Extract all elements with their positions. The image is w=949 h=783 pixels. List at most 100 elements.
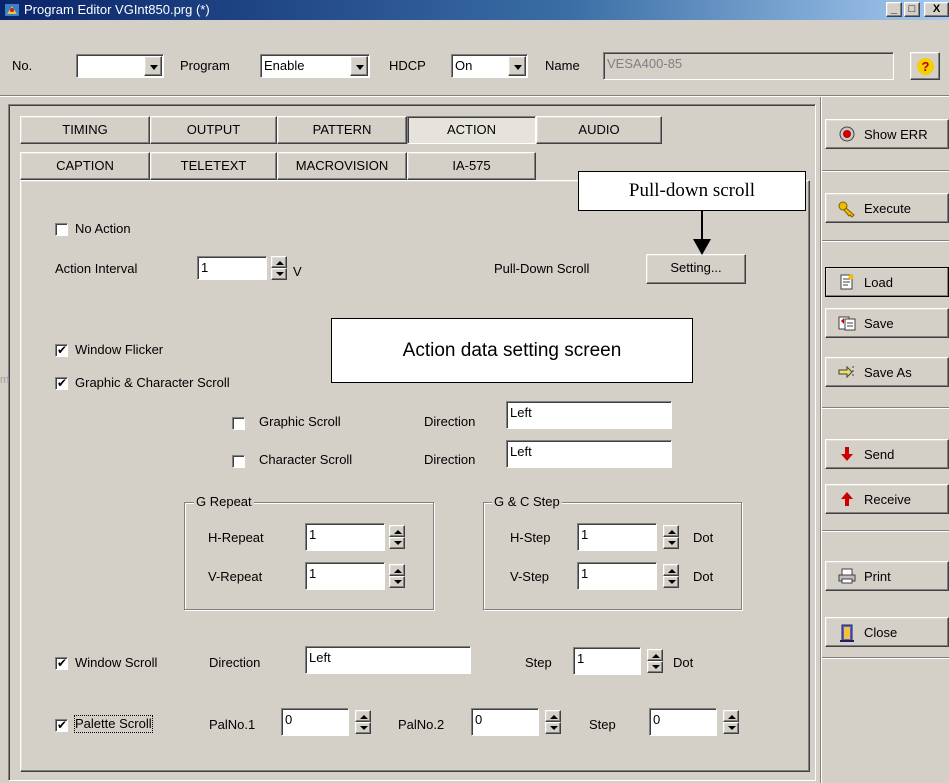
arrow-down-icon <box>838 446 856 464</box>
action-interval-label: Action Interval <box>55 261 138 276</box>
tab-macrovision[interactable]: MACROVISION <box>277 152 407 180</box>
spin-up-icon[interactable] <box>355 710 371 722</box>
spin-down-icon[interactable] <box>647 661 663 673</box>
minimize-button[interactable]: _ <box>886 2 902 17</box>
h-step-label: H-Step <box>510 530 551 545</box>
window-title: Program Editor VGInt850.prg (*) <box>24 2 210 17</box>
spin-up-icon[interactable] <box>389 525 405 537</box>
hdcp-select[interactable]: On <box>451 54 528 78</box>
palette-scroll-checkbox[interactable] <box>55 717 68 733</box>
show-err-button[interactable]: Show ERR <box>825 119 949 149</box>
h-step-field[interactable]: 1 <box>577 523 657 551</box>
pal2-field[interactable]: 0 <box>471 708 539 736</box>
no-action-checkbox[interactable] <box>55 223 68 236</box>
window-scroll-direction-field[interactable]: Left <box>305 646 471 674</box>
window-scroll-checkbox[interactable] <box>55 655 68 671</box>
spin-up-icon[interactable] <box>389 564 405 576</box>
pal2-spinner[interactable] <box>545 710 561 734</box>
tab-pattern[interactable]: PATTERN <box>277 116 407 144</box>
load-button[interactable]: Load <box>825 267 949 297</box>
tab-ia-575[interactable]: IA-575 <box>407 152 536 180</box>
send-button[interactable]: Send <box>825 439 949 469</box>
window-scroll-unit: Dot <box>673 655 694 670</box>
load-label: Load <box>864 275 893 290</box>
spin-down-icon[interactable] <box>663 537 679 549</box>
program-select-value: Enable <box>264 58 305 73</box>
pal1-spinner[interactable] <box>355 710 371 734</box>
sidebar-separator <box>822 657 949 659</box>
toolbar-divider <box>0 95 949 97</box>
send-label: Send <box>864 447 895 462</box>
graphic-direction-field[interactable]: Left <box>506 401 672 429</box>
graphic-scroll-checkbox[interactable] <box>232 417 245 430</box>
palette-scroll-label: Palette Scroll <box>74 715 153 733</box>
save-as-button[interactable]: Save As <box>825 357 949 387</box>
key-icon <box>838 200 856 218</box>
tab-caption[interactable]: CAPTION <box>20 152 150 180</box>
v-step-spinner[interactable] <box>663 564 679 588</box>
tab-teletext[interactable]: TELETEXT <box>150 152 277 180</box>
pal-step-value: 0 <box>653 712 661 727</box>
action-interval-field[interactable]: 1 <box>197 256 267 280</box>
execute-button[interactable]: Execute <box>825 193 949 223</box>
maximize-button[interactable]: □ <box>904 2 920 17</box>
pal-step-field[interactable]: 0 <box>649 708 717 736</box>
help-icon: ? <box>917 58 934 75</box>
name-field[interactable]: VESA400-85 <box>603 52 894 80</box>
tab-timing[interactable]: TIMING <box>20 116 150 144</box>
spin-down-icon[interactable] <box>271 268 287 280</box>
save-button[interactable]: Save <box>825 308 949 338</box>
v-repeat-field[interactable]: 1 <box>305 562 385 590</box>
save-as-icon <box>838 364 856 382</box>
action-interval-value: 1 <box>201 260 209 275</box>
title-bar[interactable]: Program Editor VGInt850.prg (*) _ □ X <box>0 0 949 20</box>
no-select[interactable] <box>76 54 164 78</box>
tab-output[interactable]: OUTPUT <box>150 116 277 144</box>
spin-up-icon[interactable] <box>545 710 561 722</box>
pal-step-label: Step <box>589 717 616 732</box>
spin-up-icon[interactable] <box>723 710 739 722</box>
spin-down-icon[interactable] <box>723 722 739 734</box>
chevron-down-icon[interactable] <box>144 56 162 76</box>
spin-down-icon[interactable] <box>389 576 405 588</box>
spin-up-icon[interactable] <box>271 256 287 268</box>
spin-down-icon[interactable] <box>545 722 561 734</box>
pal-step-spinner[interactable] <box>723 710 739 734</box>
spin-up-icon[interactable] <box>663 564 679 576</box>
program-label: Program <box>180 58 230 73</box>
gc-scroll-checkbox[interactable] <box>55 375 68 391</box>
pal2-value: 0 <box>475 712 483 727</box>
window-scroll-step-spinner[interactable] <box>647 649 663 673</box>
window-scroll-step-field[interactable]: 1 <box>573 647 641 675</box>
chevron-down-icon[interactable] <box>350 56 368 76</box>
h-step-spinner[interactable] <box>663 525 679 549</box>
spin-down-icon[interactable] <box>389 537 405 549</box>
v-step-field[interactable]: 1 <box>577 562 657 590</box>
g-repeat-title: G Repeat <box>194 494 254 509</box>
spin-down-icon[interactable] <box>355 722 371 734</box>
printer-icon <box>838 568 856 586</box>
h-repeat-field[interactable]: 1 <box>305 523 385 551</box>
window-flicker-checkbox[interactable] <box>55 342 68 358</box>
spin-up-icon[interactable] <box>663 525 679 537</box>
action-interval-spinner[interactable] <box>271 256 287 280</box>
spin-down-icon[interactable] <box>663 576 679 588</box>
tab-audio[interactable]: AUDIO <box>536 116 662 144</box>
gc-step-group <box>483 502 742 610</box>
pulldown-setting-button[interactable]: Setting... <box>646 254 746 284</box>
receive-button[interactable]: Receive <box>825 484 949 514</box>
pal1-field[interactable]: 0 <box>281 708 349 736</box>
character-direction-field[interactable]: Left <box>506 440 672 468</box>
tab-action[interactable]: ACTION <box>407 116 536 144</box>
h-repeat-spinner[interactable] <box>389 525 405 549</box>
program-select[interactable]: Enable <box>260 54 370 78</box>
close-button[interactable]: Close <box>825 617 949 647</box>
chevron-down-icon[interactable] <box>508 56 526 76</box>
close-window-button[interactable]: X <box>924 2 949 17</box>
v-repeat-spinner[interactable] <box>389 564 405 588</box>
spin-up-icon[interactable] <box>647 649 663 661</box>
show-err-label: Show ERR <box>864 127 928 142</box>
print-button[interactable]: Print <box>825 561 949 591</box>
character-scroll-checkbox[interactable] <box>232 455 245 468</box>
help-button[interactable]: ? <box>910 52 940 80</box>
